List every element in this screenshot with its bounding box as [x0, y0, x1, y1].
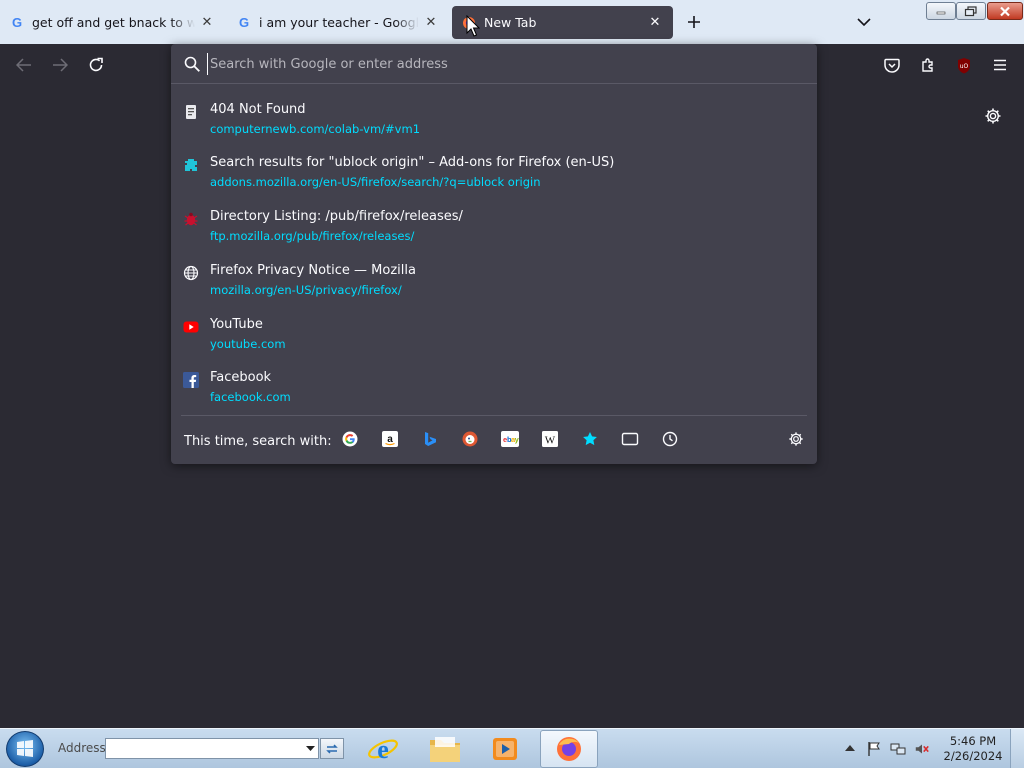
show-desktop-button[interactable] [1010, 729, 1024, 768]
pocket-button[interactable] [879, 52, 905, 78]
address-toolbar-input[interactable] [105, 738, 319, 759]
ebay-engine-icon[interactable]: ebay [501, 430, 519, 448]
clock-time: 5:46 PM [949, 734, 997, 748]
divider [181, 415, 807, 416]
tab-2[interactable]: G i am your teacher - Google Sear ✕ [227, 6, 449, 39]
bing-engine-icon[interactable] [421, 430, 439, 448]
svg-text:a: a [387, 434, 393, 445]
tab-title: i am your teacher - Google Sear [259, 15, 419, 30]
bookmarks-star-icon[interactable] [581, 430, 599, 448]
urlbar-result[interactable]: YouTube youtube.com [179, 314, 809, 364]
result-url: facebook.com [210, 390, 291, 404]
close-tab-icon[interactable]: ✕ [647, 15, 663, 31]
extensions-button[interactable] [915, 52, 941, 78]
reload-button[interactable] [83, 52, 109, 78]
search-settings-gear-icon[interactable] [787, 430, 805, 448]
forward-button[interactable] [47, 52, 73, 78]
ublock-origin-icon[interactable]: uO [951, 52, 977, 78]
network-icon[interactable] [890, 741, 906, 757]
svg-text:W: W [545, 435, 556, 447]
google-engine-icon[interactable] [341, 430, 359, 448]
minimize-button[interactable] [926, 2, 956, 20]
volume-muted-icon[interactable] [914, 741, 930, 757]
page-favicon [183, 104, 199, 120]
tab-title: New Tab [484, 15, 537, 30]
globe-icon [183, 265, 199, 281]
result-title: Directory Listing: /pub/firefox/releases… [210, 209, 463, 224]
restore-button[interactable] [956, 2, 986, 20]
system-clock[interactable]: 5:46 PM 2/26/2024 [940, 734, 1006, 764]
url-search-input[interactable] [207, 53, 797, 75]
show-hidden-icons-arrow-icon[interactable] [843, 741, 857, 755]
clock-date: 2/26/2024 [943, 749, 1003, 763]
result-url: computernewb.com/colab-vm/#vm1 [210, 122, 421, 136]
result-title: Firefox Privacy Notice — Mozilla [210, 263, 416, 278]
tab-strip: G get off and get bnack to work - ✕ G i … [0, 0, 1024, 44]
svg-text:e: e [377, 735, 389, 764]
file-explorer-taskbar-icon[interactable] [416, 730, 474, 768]
tab-new-tab[interactable]: New Tab ✕ [452, 6, 673, 39]
address-dropdown-arrow-icon[interactable] [302, 739, 318, 758]
google-favicon: G [11, 15, 23, 30]
youtube-favicon [183, 319, 199, 335]
urlbar-result[interactable]: 404 Not Found computernewb.com/colab-vm/… [179, 99, 809, 149]
new-tab-button[interactable] [683, 11, 705, 33]
result-url: mozilla.org/en-US/privacy/firefox/ [210, 283, 402, 297]
one-off-search-bar: This time, search with: a ebay W [171, 415, 817, 464]
urlbar-result[interactable]: Facebook facebook.com [179, 367, 809, 417]
bug-favicon [183, 211, 199, 227]
action-center-flag-icon[interactable] [866, 741, 882, 757]
internet-explorer-taskbar-icon[interactable]: e [354, 730, 412, 768]
address-go-button[interactable] [320, 738, 344, 759]
wikipedia-engine-icon[interactable]: W [541, 430, 559, 448]
result-url: youtube.com [210, 337, 286, 351]
result-title: Search results for "ublock origin" – Add… [210, 155, 615, 170]
close-window-button[interactable] [987, 2, 1023, 20]
urlbar-result[interactable]: Firefox Privacy Notice — Mozilla mozilla… [179, 260, 809, 310]
result-title: YouTube [210, 317, 263, 332]
list-all-tabs-button[interactable] [853, 12, 875, 32]
result-url: ftp.mozilla.org/pub/firefox/releases/ [210, 229, 415, 243]
google-favicon: G [238, 15, 250, 30]
urlbar-input-row [171, 44, 817, 84]
urlbar-result[interactable]: Search results for "ublock origin" – Add… [179, 152, 809, 202]
tabs-icon[interactable] [621, 430, 639, 448]
urlbar-dropdown: 404 Not Found computernewb.com/colab-vm/… [171, 44, 817, 464]
svg-text:y: y [515, 435, 519, 444]
svg-text:uO: uO [960, 63, 969, 70]
history-clock-icon[interactable] [661, 430, 679, 448]
back-button[interactable] [11, 52, 37, 78]
result-title: 404 Not Found [210, 102, 306, 117]
close-tab-icon[interactable]: ✕ [199, 15, 215, 31]
duckduckgo-engine-icon[interactable] [461, 430, 479, 448]
firefox-taskbar-icon[interactable] [540, 730, 598, 768]
tab-1[interactable]: G get off and get bnack to work - ✕ [0, 6, 225, 39]
one-off-label: This time, search with: [184, 434, 332, 449]
facebook-favicon [183, 372, 199, 388]
urlbar-result[interactable]: Directory Listing: /pub/firefox/releases… [179, 206, 809, 256]
result-url: addons.mozilla.org/en-US/firefox/search/… [210, 175, 541, 189]
addons-favicon [183, 157, 199, 173]
start-button[interactable] [6, 731, 44, 767]
result-title: Facebook [210, 370, 272, 385]
newtab-settings-gear-icon[interactable] [981, 104, 1005, 128]
search-icon [183, 55, 201, 73]
amazon-engine-icon[interactable]: a [381, 430, 399, 448]
mouse-cursor-icon [466, 14, 481, 37]
windows-taskbar: Address e 5:46 PM 2/26/2024 [0, 728, 1024, 768]
menu-button[interactable] [987, 52, 1013, 78]
media-player-taskbar-icon[interactable] [476, 730, 534, 768]
close-tab-icon[interactable]: ✕ [423, 15, 439, 31]
tab-title: get off and get bnack to work - [32, 15, 195, 30]
address-label: Address [58, 741, 106, 755]
